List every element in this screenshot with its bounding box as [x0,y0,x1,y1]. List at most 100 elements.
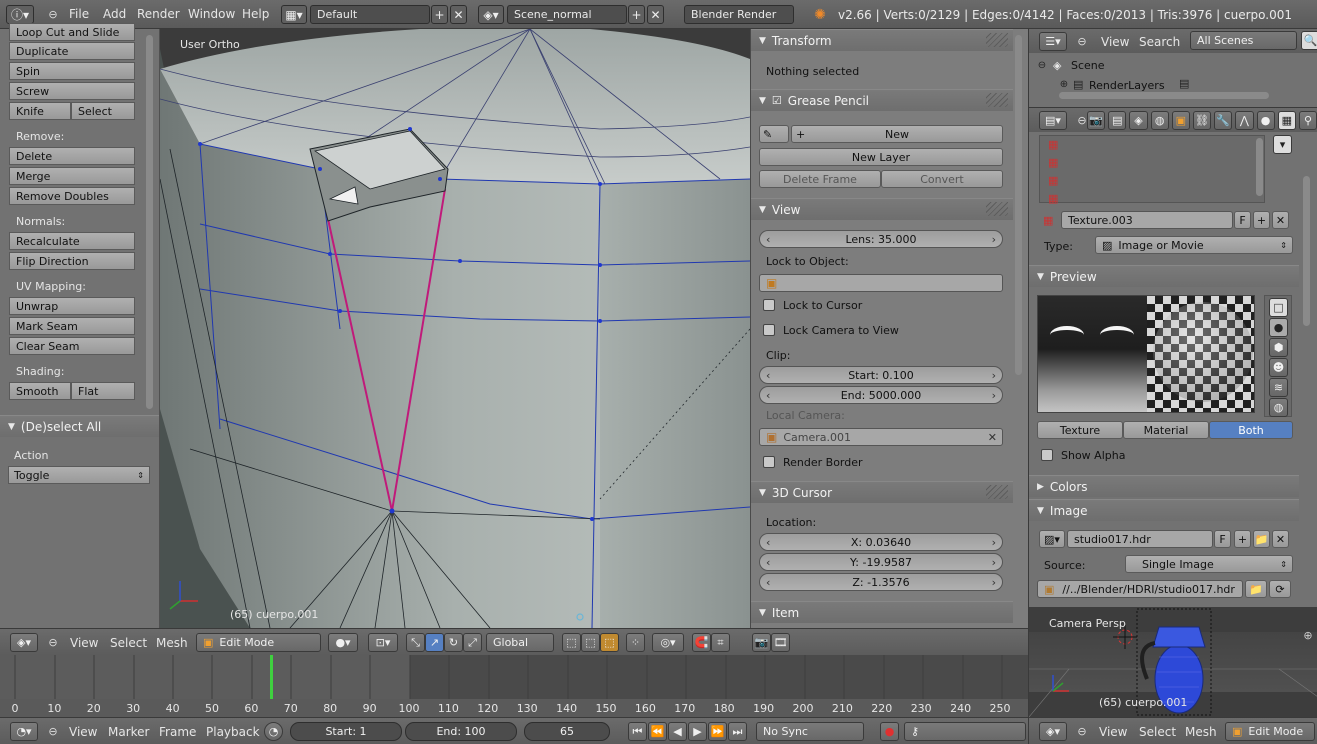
3d-view-editor-icon[interactable]: ◈▾ [10,633,38,652]
texture-slot-icon[interactable]: ▦ [1048,156,1058,169]
view-panel-header[interactable]: ▼ View [751,198,1013,220]
open-image-icon[interactable]: 📁 [1253,530,1270,548]
transform-panel-header[interactable]: ▼ Transform [751,29,1013,51]
3d-cursor-panel-header[interactable]: ▼ 3D Cursor [751,481,1013,503]
renderlayers-tree-item[interactable]: RenderLayers [1089,79,1165,92]
render-animation-icon[interactable]: 🎞 [771,633,790,652]
image-source-select[interactable]: Single Image ⇕ [1125,555,1293,573]
screw-button[interactable]: Screw [9,82,135,100]
current-frame-field[interactable]: 65 [524,722,610,741]
play-reverse-icon[interactable]: ◀ [668,722,687,741]
outliner-hscrollbar[interactable] [1059,92,1269,99]
sphere-shape-icon[interactable]: ● [1269,318,1288,337]
lock-camera-checkbox[interactable] [763,324,775,336]
render-opengl-icon[interactable]: 📷 [752,633,771,652]
cube-shape-icon[interactable]: ⬢ [1269,338,1288,357]
loop-cut-button[interactable]: Loop Cut and Slide [9,23,135,41]
menu-add[interactable]: Add [103,7,126,21]
collapse-menu-icon[interactable]: ⊖ [44,634,62,651]
lens-field[interactable]: Lens: 35.000 [759,230,1003,248]
image-name-field[interactable]: studio017.hdr [1067,530,1213,548]
info-editor-type-icon[interactable]: ⓘ▾ [6,5,34,24]
render-layers-tab-icon[interactable]: ▤ [1108,111,1127,130]
manipulator-toggle-icon[interactable]: ⤡ [406,633,425,652]
search-icon[interactable]: 🔍 [1301,31,1317,50]
scene-tab-icon[interactable]: ◈ [1129,111,1148,130]
menu-file[interactable]: File [69,7,89,21]
clip-end-field[interactable]: End: 5000.000 [759,386,1003,404]
cam-mode-select[interactable]: ▣ Edit Mode [1225,722,1315,741]
tl-playback-menu[interactable]: Playback [206,725,260,739]
tl-view-menu[interactable]: View [69,725,97,739]
reload-image-icon[interactable]: ⟳ [1269,580,1291,598]
convert-button[interactable]: Convert [881,170,1003,188]
add-scene-icon[interactable]: + [628,5,645,24]
snap-toggle-icon[interactable]: 🧲 [692,633,711,652]
properties-scrollbar[interactable] [1303,176,1310,326]
vp-select-menu[interactable]: Select [110,636,147,650]
delete-frame-button[interactable]: Delete Frame [759,170,881,188]
material-tab-icon[interactable]: ● [1256,111,1275,130]
outliner-view-menu[interactable]: View [1101,35,1129,49]
vp-mesh-menu[interactable]: Mesh [156,636,188,650]
texture-type-select[interactable]: ▨ Image or Movie ⇕ [1095,236,1293,254]
face-select-icon[interactable]: ⬚ [600,633,619,652]
outliner-filter-select[interactable]: All Scenes [1190,31,1297,50]
physics-tab-icon[interactable]: ⚲ [1298,111,1317,130]
constraints-tab-icon[interactable]: ⛓ [1192,111,1212,130]
expand-minus-icon[interactable]: ⊖ [1033,57,1051,74]
cursor-z-field[interactable]: Z: -1.3576 [759,573,1003,591]
remove-scene-icon[interactable]: ✕ [647,5,664,24]
preview-both-tab[interactable]: Both [1209,421,1293,439]
texture-slot-icon[interactable]: ▦ [1048,174,1058,187]
menu-window[interactable]: Window [188,7,235,21]
checkbox-checked-icon[interactable]: ☑ [772,94,782,107]
scene-tree-item[interactable]: Scene [1071,59,1105,72]
mode-select[interactable]: ▣ Edit Mode [196,633,321,652]
sync-mode-select[interactable]: No Sync [756,722,864,741]
scene-icon[interactable]: ◈▾ [478,5,504,24]
pencil-icon[interactable]: ✎ [759,125,789,143]
current-frame-playhead[interactable] [270,655,274,699]
rotate-manipulator-icon[interactable]: ↻ [444,633,463,652]
jump-keyframe-forward-icon[interactable]: ⏩ [708,722,727,741]
delete-button[interactable]: Delete [9,147,135,165]
keying-set-field[interactable]: ⚷ [904,722,1026,741]
action-select[interactable]: Toggle ⇕ [8,466,150,484]
preview-texture-tab[interactable]: Texture [1037,421,1123,439]
menu-render[interactable]: Render [137,7,180,21]
proportional-edit-icon[interactable]: ◎▾ [652,633,684,652]
collapse-menu-icon[interactable]: ⊖ [1073,723,1091,740]
local-camera-field[interactable]: ▣ Camera.001 ✕ [759,428,1003,446]
clear-seam-button[interactable]: Clear Seam [9,337,135,355]
spin-button[interactable]: Spin [9,62,135,80]
frame-end-field[interactable]: End: 100 [405,722,517,741]
fake-user-button[interactable]: F [1234,211,1251,229]
texture-tab-icon[interactable]: ▦ [1277,111,1296,130]
panel-grip-icon[interactable] [986,202,1008,216]
panel-grip-icon[interactable] [986,93,1008,107]
pivot-point-icon[interactable]: ⊡▾ [368,633,398,652]
area-corner-icon[interactable]: ⊕ [1299,627,1317,644]
outliner-editor-icon[interactable]: ☰▾ [1039,32,1067,51]
modifiers-tab-icon[interactable]: 🔧 [1214,111,1233,130]
slot-specials-icon[interactable]: ▾ [1273,135,1292,154]
sky-shape-icon[interactable]: ◍ [1269,398,1288,417]
lock-to-cursor-checkbox[interactable] [763,299,775,311]
record-icon[interactable]: ● [880,722,899,741]
scale-manipulator-icon[interactable]: ⤢ [463,633,482,652]
frame-start-field[interactable]: Start: 1 [290,722,402,741]
world-tab-icon[interactable]: ◍ [1150,111,1169,130]
show-alpha-checkbox[interactable] [1041,449,1053,461]
3d-viewport[interactable]: User Ortho (65) cuerpo.001 [160,29,750,628]
flip-direction-button[interactable]: Flip Direction [9,252,135,270]
flat-button[interactable]: Flat [71,382,135,400]
add-layout-icon[interactable]: + [431,5,448,24]
unwrap-button[interactable]: Unwrap [9,297,135,315]
add-image-icon[interactable]: + [1234,530,1251,548]
snap-element-icon[interactable]: ⌗ [711,633,730,652]
texture-slot-list[interactable]: ▦ ▦ ▦ ▦ [1039,135,1265,205]
preview-material-tab[interactable]: Material [1123,421,1209,439]
render-border-checkbox[interactable] [763,456,775,468]
menu-help[interactable]: Help [242,7,269,21]
